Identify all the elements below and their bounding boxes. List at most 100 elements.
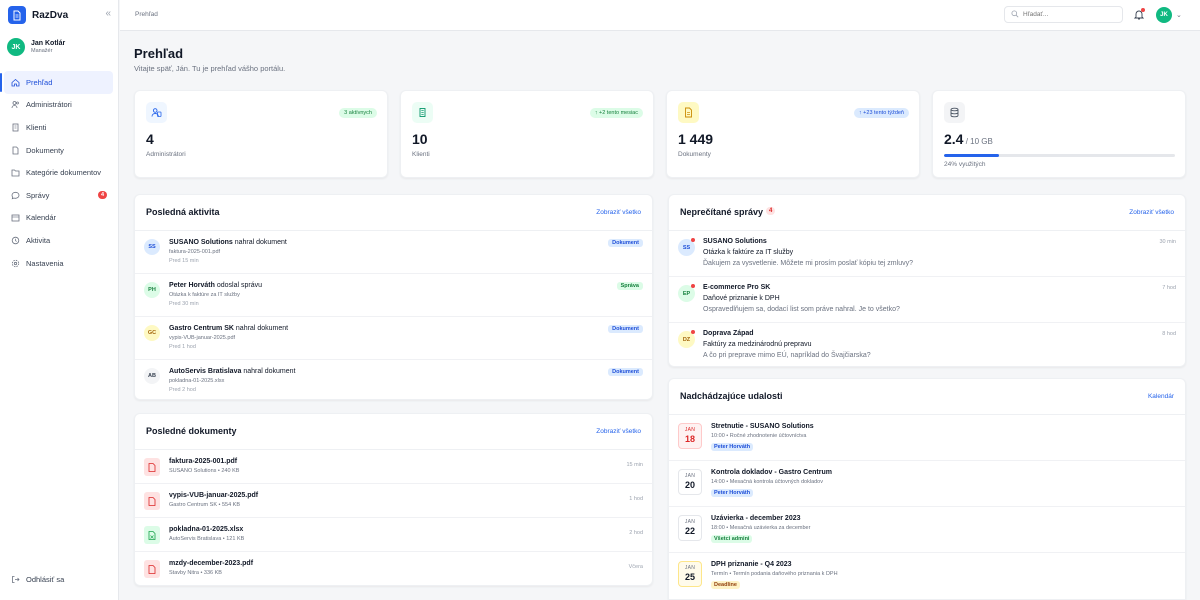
event-detail: 10:00 • Ročné zhodnotenie účtovníctva — [711, 433, 807, 439]
sidebar-item-administratori[interactable]: Administrátori — [4, 94, 113, 117]
event-tag: Peter Horváth — [711, 489, 754, 497]
sidebar-item-label: Správy — [26, 190, 50, 200]
activity-item[interactable]: SS SUSANO Solutions nahral dokument fakt… — [135, 231, 652, 274]
event-month: JAN — [684, 565, 696, 571]
activity-item[interactable]: AB AutoServis Bratislava nahral dokument… — [135, 360, 652, 400]
message-subject: Daňové priznanie k DPH — [703, 295, 780, 302]
document-row[interactable]: mzdy-december-2023.pdf Stavby Nitra • 33… — [135, 552, 652, 586]
message-subject: Faktúry za medzinárodnú prepravu — [703, 341, 812, 348]
sidebar-item-label: Kategórie dokumentov — [26, 168, 102, 178]
storage-progress-bar — [944, 154, 1175, 157]
event-title: Uzávierka - december 2023 — [711, 515, 801, 522]
card-title: Neprečítané správy — [680, 207, 764, 217]
sidebar-item-kategorie[interactable]: Kategórie dokumentov — [4, 161, 113, 184]
message-item[interactable]: SS SUSANO Solutions Otázka k faktúre za … — [669, 231, 1185, 277]
sidebar-item-label: Prehľad — [26, 77, 53, 87]
sidebar-item-label: Nastavenia — [26, 258, 64, 268]
sidebar-item-prehlad[interactable]: Prehľad — [0, 71, 113, 94]
app-name: RazDva — [32, 9, 69, 21]
stat-card-administratori[interactable]: 3 aktívnych 4 Administrátori — [134, 90, 388, 178]
view-all-link[interactable]: Zobraziť všetko — [596, 428, 641, 435]
event-month: JAN — [684, 473, 696, 479]
activity-time: Pred 2 hod — [169, 387, 196, 393]
stat-value: 4 — [146, 131, 154, 147]
storage-total: / 10 GB — [963, 137, 993, 146]
activity-time: Pred 15 min — [169, 258, 199, 264]
sidebar-item-label: Kalendár — [26, 213, 57, 223]
event-detail: 14:00 • Mesačná kontrola účtovných dokla… — [711, 479, 823, 485]
building-icon — [11, 123, 20, 132]
avatar[interactable]: JK — [1156, 7, 1172, 23]
clock-icon — [11, 236, 20, 245]
stat-card-dokumenty[interactable]: ↑ +23 tento týždeň 1 449 Dokumenty — [666, 90, 920, 178]
sidebar-item-kalendar[interactable]: Kalendár — [4, 207, 113, 230]
activity-item[interactable]: GC Gastro Centrum SK nahral dokument vyp… — [135, 317, 652, 360]
message-preview: A čo pri preprave mimo EÚ, napríklad do … — [703, 352, 871, 359]
event-title: Kontrola dokladov - Gastro Centrum — [711, 469, 832, 476]
document-meta: SUSANO Solutions • 240 KB — [169, 468, 240, 474]
activity-item[interactable]: PH Peter Horváth odoslal správu Otázka k… — [135, 274, 652, 317]
notifications-bell-icon[interactable] — [1133, 8, 1145, 22]
trend-badge: ↑ +23 tento týždeň — [853, 108, 909, 118]
document-row[interactable]: pokladna-01-2025.xlsx AutoServis Bratisl… — [135, 518, 652, 552]
sidebar-item-label: Aktivita — [26, 235, 51, 245]
progress-fill — [944, 154, 1000, 157]
message-time: 8 hod — [1162, 331, 1176, 337]
event-item[interactable]: JAN 22 Uzávierka - december 2023 18:00 •… — [669, 507, 1185, 553]
logout-button[interactable]: Odhlásiť sa — [11, 575, 64, 584]
storage-used: 2.4 — [944, 131, 964, 147]
avatar: AB — [144, 368, 160, 384]
document-row[interactable]: faktura-2025-001.pdf SUSANO Solutions • … — [135, 450, 652, 484]
search-input[interactable] — [1023, 11, 1113, 18]
unread-dot — [691, 238, 695, 242]
view-all-link[interactable]: Zobraziť všetko — [1129, 209, 1174, 216]
document-icon — [11, 146, 20, 155]
type-badge: Dokument — [608, 239, 643, 247]
unread-dot — [691, 330, 695, 334]
sidebar-item-label: Klienti — [26, 122, 47, 132]
event-day: 25 — [684, 572, 695, 582]
stat-label: Dokumenty — [678, 151, 711, 158]
event-date: JAN 20 — [678, 469, 702, 495]
document-meta: Gastro Centrum SK • 554 KB — [169, 502, 241, 508]
calendar-link[interactable]: Kalendár — [1148, 393, 1174, 400]
logout-icon — [11, 575, 20, 584]
user-profile[interactable]: JK Jan Kotlár Manažér — [7, 38, 65, 56]
avatar: GC — [144, 325, 160, 341]
document-time: 1 hod — [629, 496, 643, 502]
activity-detail: pokladna-01-2025.xlsx — [169, 378, 225, 384]
stat-card-storage[interactable]: 2.4 / 10 GB 24% využitých — [932, 90, 1186, 178]
event-month: JAN — [684, 427, 696, 433]
chevron-down-icon[interactable]: ⌄ — [1176, 11, 1182, 19]
activity-action: nahral dokument — [232, 239, 287, 246]
stat-card-klienti[interactable]: ↑ +2 tento mesiac 10 Klienti — [400, 90, 654, 178]
message-preview: Ospravedlňujem sa, dodací list som práve… — [703, 306, 900, 313]
collapse-sidebar-icon[interactable]: « — [105, 8, 111, 19]
activity-detail: faktura-2025-001.pdf — [169, 249, 221, 255]
sidebar-item-klienti[interactable]: Klienti — [4, 116, 113, 139]
logo-icon — [8, 6, 26, 24]
event-item[interactable]: JAN 20 Kontrola dokladov - Gastro Centru… — [669, 461, 1185, 507]
messages-card: Neprečítané správy 4 Zobraziť všetko SS … — [668, 194, 1186, 367]
event-item[interactable]: JAN 18 Stretnutie - SUSANO Solutions 10:… — [669, 415, 1185, 461]
activity-time: Pred 1 hod — [169, 344, 196, 350]
message-item[interactable]: EP E-commerce Pro SK Daňové priznanie k … — [669, 277, 1185, 323]
sidebar-item-spravy[interactable]: Správy 4 — [4, 184, 113, 207]
stat-label: 24% využitých — [944, 161, 986, 168]
search-box[interactable] — [1004, 6, 1123, 23]
view-all-link[interactable]: Zobraziť všetko — [596, 209, 641, 216]
activity-detail: vypis-VUB-januar-2025.pdf — [169, 335, 236, 341]
logout-label: Odhlásiť sa — [26, 575, 65, 584]
users-icon — [11, 100, 20, 109]
sidebar-item-nastavenia[interactable]: Nastavenia — [4, 252, 113, 275]
brand: RazDva « — [8, 6, 111, 24]
stat-value: 10 — [412, 131, 428, 147]
sidebar-item-aktivita[interactable]: Aktivita — [4, 229, 113, 252]
document-row[interactable]: vypis-VUB-januar-2025.pdf Gastro Centrum… — [135, 484, 652, 518]
message-item[interactable]: DZ Doprava Západ Faktúry za medzinárodnú… — [669, 323, 1185, 367]
document-icon — [678, 102, 699, 123]
sidebar-item-dokumenty[interactable]: Dokumenty — [4, 139, 113, 162]
event-item[interactable]: JAN 25 DPH priznanie - Q4 2023 Termín • … — [669, 553, 1185, 599]
event-date: JAN 25 — [678, 561, 702, 587]
activity-detail: Otázka k faktúre za IT služby — [169, 292, 240, 298]
